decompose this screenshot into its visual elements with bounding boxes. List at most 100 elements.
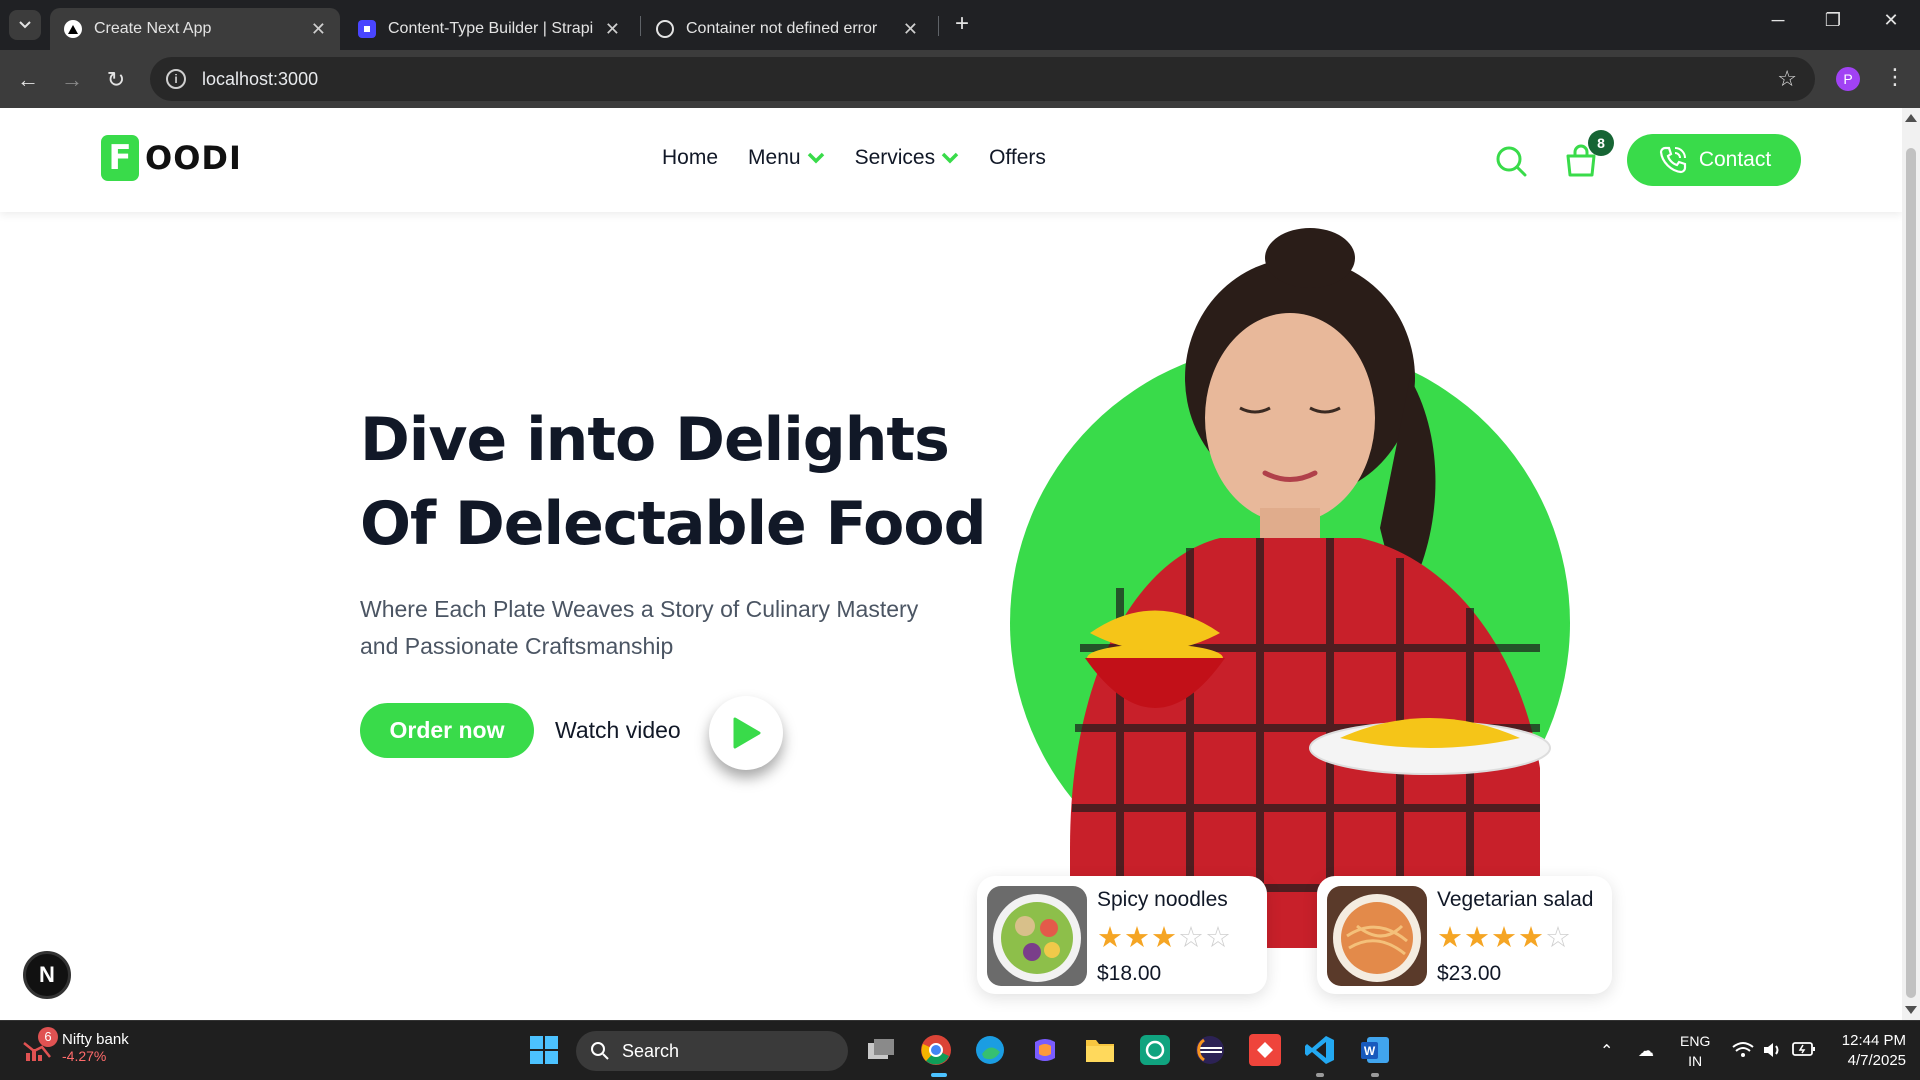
windows-start-icon[interactable] — [527, 1033, 561, 1067]
tab-create-next-app[interactable]: Create Next App ✕ — [50, 8, 340, 50]
forward-icon[interactable]: → — [58, 66, 86, 94]
profile-avatar[interactable]: P — [1836, 67, 1860, 91]
search-icon — [591, 1042, 609, 1060]
hero-title-line: Dive into Delights — [360, 405, 950, 475]
bookmark-star-icon[interactable]: ☆ — [1777, 66, 1797, 92]
play-icon — [733, 717, 761, 749]
close-window-icon[interactable]: ✕ — [1868, 10, 1914, 31]
product-name: Vegetarian salad — [1437, 888, 1594, 911]
region-code: IN — [1688, 1053, 1703, 1069]
address-bar[interactable]: i localhost:3000 ☆ — [150, 57, 1815, 101]
tab-separator — [938, 16, 939, 36]
nav-services[interactable]: Services — [855, 146, 960, 170]
url-text: localhost:3000 — [202, 68, 319, 89]
scroll-down-arrow-icon[interactable] — [1905, 1006, 1917, 1014]
onedrive-icon[interactable]: ☁ — [1638, 1041, 1654, 1061]
task-view-icon[interactable] — [864, 1033, 898, 1067]
star-filled-icon: ★ — [1124, 922, 1151, 954]
hero-title: Dive into Delights Of Delectable Food — [360, 398, 1000, 566]
open-app-indicator — [1316, 1073, 1324, 1077]
main-nav: Home Menu Services Offers — [662, 146, 1076, 170]
taskbar-search[interactable]: Search — [576, 1031, 848, 1071]
stock-widget[interactable]: 6 Nifty bank -4.27% — [20, 1027, 129, 1065]
more-menu-icon[interactable]: ⋮ — [1884, 64, 1906, 90]
edge-icon[interactable] — [973, 1033, 1007, 1067]
product-image — [1327, 886, 1427, 986]
tab-title: Container not defined error — [686, 20, 878, 37]
site-logo[interactable]: F OODI — [101, 135, 242, 181]
star-filled-icon: ★ — [1437, 922, 1464, 954]
nav-label: Home — [662, 146, 719, 169]
language-indicator[interactable]: ENG IN — [1680, 1031, 1710, 1071]
watch-video-link[interactable]: Watch video — [555, 717, 681, 744]
chatgpt-icon[interactable] — [1138, 1033, 1172, 1067]
nav-menu[interactable]: Menu — [748, 146, 825, 170]
product-card[interactable]: Spicy noodles ★★★☆☆ $18.00 — [977, 876, 1267, 994]
tab-separator — [640, 16, 641, 36]
nav-label: Offers — [989, 146, 1046, 169]
hero-subtitle: Where Each Plate Weaves a Story of Culin… — [360, 591, 960, 665]
new-tab-button[interactable]: + — [950, 12, 974, 36]
battery-icon[interactable] — [1792, 1041, 1816, 1062]
hero-subtitle-line: and Passionate Craftsmanship — [360, 633, 674, 659]
vscode-icon[interactable] — [1303, 1033, 1337, 1067]
search-icon[interactable] — [1494, 144, 1528, 178]
logo-mark: F — [101, 135, 139, 181]
nav-home[interactable]: Home — [662, 146, 718, 170]
scroll-up-arrow-icon[interactable] — [1905, 114, 1917, 122]
product-image — [987, 886, 1087, 986]
anydesk-icon[interactable] — [1248, 1033, 1282, 1067]
taskbar-search-label: Search — [622, 1040, 680, 1061]
play-video-button[interactable] — [709, 696, 783, 770]
tab-strapi[interactable]: Content-Type Builder | Strapi ✕ — [344, 8, 634, 50]
open-app-indicator — [1371, 1073, 1379, 1077]
logo-text: OODI — [145, 139, 242, 177]
contact-button[interactable]: Contact — [1627, 134, 1801, 186]
phone-icon — [1659, 146, 1686, 174]
nextjs-favicon-icon — [64, 20, 82, 38]
chatgpt-favicon-icon — [656, 20, 674, 38]
back-icon[interactable]: ← — [14, 66, 42, 94]
tab-chatgpt[interactable]: Container not defined error ✕ — [642, 8, 932, 50]
site-info-icon[interactable]: i — [166, 69, 186, 89]
wifi-icon[interactable] — [1732, 1041, 1754, 1064]
clock-time: 12:44 PM — [1841, 1032, 1906, 1049]
hero-subtitle-line: Where Each Plate Weaves a Story of Culin… — [360, 596, 919, 622]
scrollbar-thumb[interactable] — [1906, 148, 1916, 998]
minimize-icon[interactable]: ─ — [1755, 10, 1801, 31]
cart-count-badge: 8 — [1588, 130, 1614, 156]
nav-offers[interactable]: Offers — [989, 146, 1046, 170]
show-hidden-icons-chevron-up-icon[interactable]: ⌃ — [1600, 1041, 1613, 1061]
product-price: $23.00 — [1437, 962, 1502, 985]
language-code: ENG — [1680, 1033, 1711, 1049]
site-header: F OODI Home Menu Services Offers 8 Conta… — [0, 108, 1902, 212]
rating-stars: ★★★★☆ — [1437, 920, 1572, 955]
stock-chart-icon: 6 — [20, 1027, 58, 1065]
page-viewport: F OODI Home Menu Services Offers 8 Conta… — [0, 108, 1920, 1020]
eclipse-icon[interactable] — [1193, 1033, 1227, 1067]
tab-search-button[interactable] — [9, 10, 41, 40]
star-filled-icon: ★ — [1491, 922, 1518, 954]
copilot-icon[interactable] — [1028, 1033, 1062, 1067]
nextjs-dev-indicator[interactable]: N — [23, 951, 71, 999]
restore-icon[interactable]: ❐ — [1810, 10, 1856, 31]
nav-label: Menu — [748, 146, 801, 169]
system-clock[interactable]: 12:44 PM 4/7/2025 — [1826, 1031, 1906, 1071]
reload-icon[interactable]: ↻ — [102, 66, 130, 94]
product-card[interactable]: Vegetarian salad ★★★★☆ $23.00 — [1317, 876, 1612, 994]
page-scrollbar[interactable] — [1902, 108, 1920, 1020]
order-now-button[interactable]: Order now — [360, 703, 534, 758]
chrome-icon[interactable] — [919, 1033, 953, 1067]
strapi-favicon-icon — [358, 20, 376, 38]
active-app-indicator — [931, 1073, 947, 1077]
volume-icon[interactable] — [1762, 1041, 1784, 1064]
notification-badge: 6 — [38, 1027, 58, 1047]
widget-value: -4.27% — [62, 1047, 107, 1064]
close-tab-icon[interactable]: ✕ — [311, 19, 326, 40]
star-filled-icon: ★ — [1097, 922, 1124, 954]
close-tab-icon[interactable]: ✕ — [903, 19, 918, 40]
word-icon[interactable]: W — [1358, 1033, 1392, 1067]
close-tab-icon[interactable]: ✕ — [605, 19, 620, 40]
file-explorer-icon[interactable] — [1083, 1033, 1117, 1067]
contact-label: Contact — [1698, 148, 1772, 171]
